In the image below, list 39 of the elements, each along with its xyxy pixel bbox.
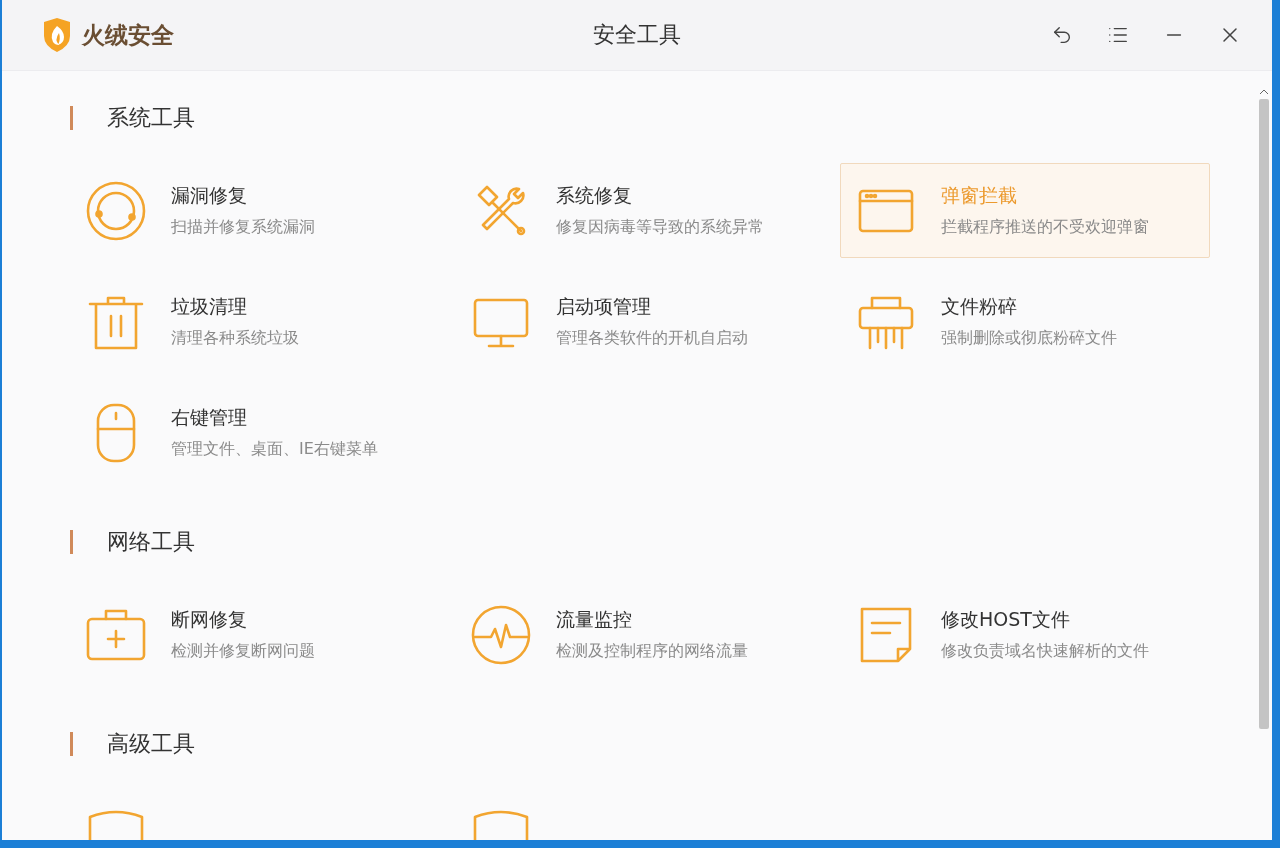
- tool-title: 流量监控: [556, 607, 633, 632]
- tool-card[interactable]: 系统修复 修复因病毒等导致的系统异常: [455, 163, 825, 258]
- tool-card[interactable]: 修改HOST文件 修改负责域名快速解析的文件: [840, 587, 1210, 682]
- tool-title: 文件粉碎: [941, 294, 1018, 319]
- tool-card[interactable]: 断网修复 检测并修复断网问题: [70, 587, 440, 682]
- section-title: 网络工具: [107, 528, 195, 556]
- window-title: 安全工具: [593, 21, 681, 49]
- tool-description: 管理文件、桌面、IE右键菜单: [171, 439, 378, 460]
- tool-description: 扫描并修复系统漏洞: [171, 217, 315, 238]
- section-title: 高级工具: [107, 730, 195, 758]
- tool-title: 右键管理: [171, 405, 248, 430]
- tool-card[interactable]: 垃圾清理 清理各种系统垃圾: [70, 274, 440, 369]
- tool-card[interactable]: 文件粉碎 强制删除或彻底粉碎文件: [840, 274, 1210, 369]
- scrollbar-thumb[interactable]: [1259, 99, 1269, 729]
- tool-description: 检测及控制程序的网络流量: [556, 641, 748, 662]
- tool-title: 启动项管理: [556, 294, 652, 319]
- tool-title: 修改HOST文件: [941, 607, 1071, 632]
- tool-description: 修改负责域名快速解析的文件: [941, 641, 1149, 662]
- tool-description: 修复因病毒等导致的系统异常: [556, 217, 764, 238]
- app-name: 火绒安全: [82, 20, 174, 50]
- tool-title: 系统修复: [556, 183, 633, 208]
- tool-title: 漏洞修复: [171, 183, 248, 208]
- tool-description: 拦截程序推送的不受欢迎弹窗: [941, 217, 1149, 238]
- tool-description: 清理各种系统垃圾: [171, 328, 299, 349]
- tool-card[interactable]: 启动项管理 管理各类软件的开机自启动: [455, 274, 825, 369]
- tool-description: 管理各类软件的开机自启动: [556, 328, 748, 349]
- logo-icon: [42, 18, 72, 52]
- scroll-up-icon[interactable]: [1259, 89, 1269, 95]
- tool-description: 检测并修复断网问题: [171, 641, 315, 662]
- tool-description: 强制删除或彻底粉碎文件: [941, 328, 1117, 349]
- tool-card[interactable]: 漏洞修复 扫描并修复系统漏洞: [70, 163, 440, 258]
- pulse-icon: [471, 604, 531, 665]
- tool-title: 断网修复: [171, 607, 248, 632]
- tool-title: 垃圾清理: [171, 294, 248, 319]
- tool-card[interactable]: 流量监控 检测及控制程序的网络流量: [455, 587, 825, 682]
- tool-card[interactable]: 右键管理 管理文件、桌面、IE右键菜单: [70, 385, 440, 480]
- tool-title: 弹窗拦截: [941, 183, 1018, 208]
- ring-icon: [86, 180, 146, 241]
- section-title: 系统工具: [107, 104, 195, 132]
